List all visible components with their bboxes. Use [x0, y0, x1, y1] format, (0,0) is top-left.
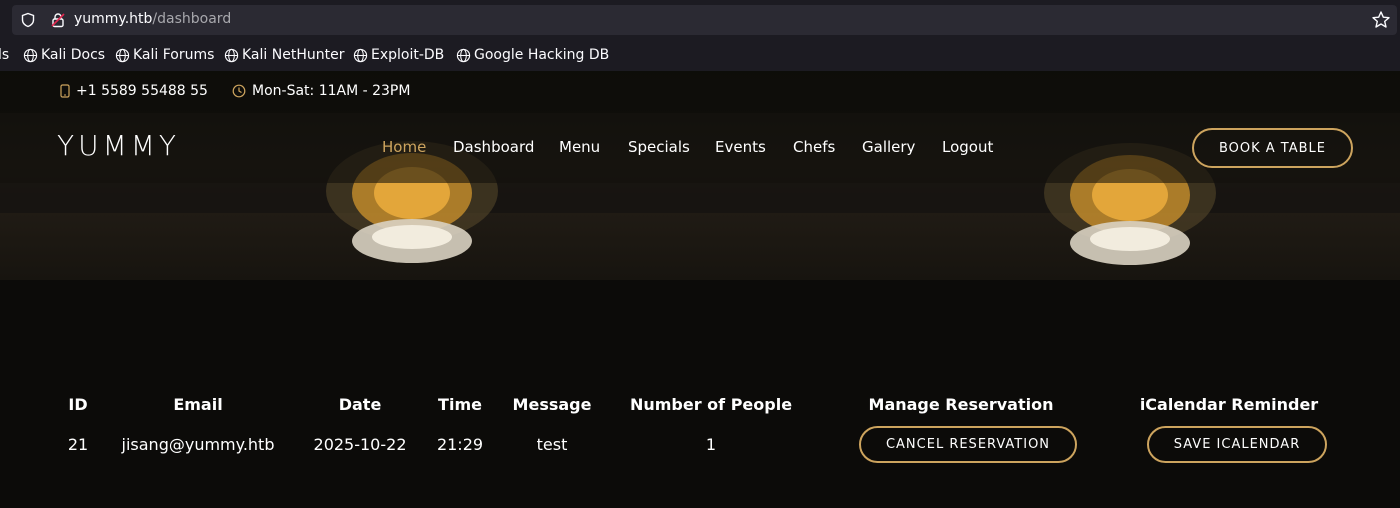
bookmark-label: Google Hacking DB: [474, 47, 610, 63]
save-icalendar-button[interactable]: SAVE ICALENDAR: [1147, 426, 1327, 463]
nav-home[interactable]: Home: [382, 138, 426, 156]
nav-dashboard[interactable]: Dashboard: [453, 138, 534, 156]
bookmark-exploit-db[interactable]: Exploit-DB: [353, 47, 444, 63]
cell-message: test: [536, 435, 568, 454]
globe-icon: [115, 48, 130, 62]
column-header-id: ID: [68, 395, 88, 414]
url-host: yummy.htb: [74, 11, 153, 27]
nav-menu[interactable]: Menu: [559, 138, 600, 156]
url-text[interactable]: yummy.htb/dashboard: [74, 11, 231, 27]
cell-time: 21:29: [436, 435, 484, 454]
url-path: /dashboard: [152, 11, 232, 27]
bookmark-kali-nethunter[interactable]: Kali NetHunter: [224, 47, 344, 63]
lock-icon[interactable]: [50, 12, 66, 28]
nav-chefs[interactable]: Chefs: [793, 138, 835, 156]
globe-icon: [23, 48, 38, 62]
globe-icon: [456, 48, 471, 62]
bookmark-kali-docs[interactable]: Kali Docs: [23, 47, 105, 63]
site-logo[interactable]: YUMMY: [57, 129, 180, 162]
cell-people: 1: [705, 435, 717, 454]
browser-toolbar: yummy.htb/dashboard: [0, 0, 1400, 40]
column-header-people: Number of People: [629, 395, 793, 414]
site-header: YUMMY Home Dashboard Menu Specials Event…: [0, 113, 1400, 183]
bookmark-label: Kali Docs: [41, 47, 106, 63]
column-header-email: Email: [173, 395, 223, 414]
book-table-button[interactable]: BOOK A TABLE: [1192, 128, 1353, 168]
bookmark-label: Exploit-DB: [371, 47, 445, 63]
clock-icon: [232, 84, 246, 98]
contact-bar: +1 5589 55488 55 Mon-Sat: 11AM - 23PM: [0, 71, 1400, 113]
column-header-icalendar: iCalendar Reminder: [1139, 395, 1319, 414]
bookmark-truncated[interactable]: ls: [0, 47, 9, 63]
globe-icon: [224, 48, 239, 62]
bookmark-label: Kali NetHunter: [242, 47, 345, 63]
nav-specials[interactable]: Specials: [628, 138, 690, 156]
contact-phone: +1 5589 55488 55: [60, 83, 208, 99]
bookmark-kali-forums[interactable]: Kali Forums: [115, 47, 214, 63]
phone-icon: [60, 84, 70, 98]
column-header-message: Message: [512, 395, 592, 414]
globe-icon: [353, 48, 368, 62]
phone-number: +1 5589 55488 55: [76, 83, 208, 99]
column-header-manage: Manage Reservation: [868, 395, 1054, 414]
cell-id: 21: [67, 435, 89, 454]
cell-email: jisang@yummy.htb: [121, 435, 275, 454]
cell-date: 2025-10-22: [313, 435, 407, 454]
bookmark-label: ls: [0, 47, 10, 63]
nav-events[interactable]: Events: [715, 138, 766, 156]
page-content: +1 5589 55488 55 Mon-Sat: 11AM - 23PM YU…: [0, 71, 1400, 508]
bookmark-google-hacking-db[interactable]: Google Hacking DB: [456, 47, 609, 63]
nav-gallery[interactable]: Gallery: [862, 138, 915, 156]
star-icon[interactable]: [1371, 10, 1391, 30]
cancel-reservation-button[interactable]: CANCEL RESERVATION: [859, 426, 1077, 463]
column-header-time: Time: [438, 395, 482, 414]
contact-hours: Mon-Sat: 11AM - 23PM: [232, 83, 410, 99]
opening-hours: Mon-Sat: 11AM - 23PM: [252, 83, 411, 99]
address-bar[interactable]: yummy.htb/dashboard: [12, 5, 1397, 35]
bookmarks-toolbar: ls Kali Docs Kali Forums Kali NetHunter …: [0, 40, 1400, 71]
column-header-date: Date: [338, 395, 382, 414]
nav-logout[interactable]: Logout: [942, 138, 993, 156]
shield-icon[interactable]: [20, 12, 36, 28]
bookmark-label: Kali Forums: [133, 47, 215, 63]
